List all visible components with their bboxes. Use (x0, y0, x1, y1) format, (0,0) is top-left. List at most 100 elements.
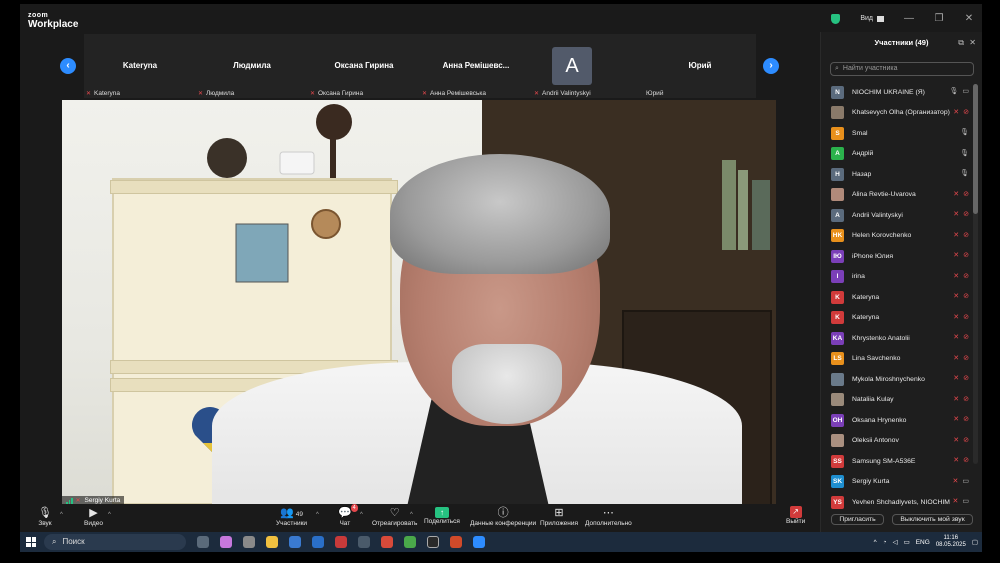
participant-row[interactable]: A Андрій 🎙 (821, 144, 971, 165)
participant-row[interactable]: KA Khrystenko Anatolii ✕ ⊘ (821, 328, 971, 349)
camera-app-icon[interactable] (358, 536, 370, 548)
video-off-icon: ⊘ (963, 375, 969, 382)
participant-row[interactable]: Nataliia Kulay ✕ ⊘ (821, 390, 971, 411)
audio-options-caret[interactable]: ^ (60, 512, 63, 518)
language-indicator[interactable]: ENG (916, 539, 930, 546)
security-shield-icon[interactable] (831, 13, 841, 24)
share-button[interactable]: ↑ Поделиться (424, 506, 460, 525)
task-view-icon[interactable] (197, 536, 209, 548)
participant-row[interactable]: S Smal 🎙 (821, 123, 971, 144)
participant-row[interactable]: N NIOCHIM UKRAINE (Я) 🎙 ▭ (821, 82, 971, 103)
powerpoint-icon[interactable] (450, 536, 462, 548)
participant-row[interactable]: K Kateryna ✕ ⊘ (821, 287, 971, 308)
participant-avatar (831, 434, 844, 448)
apps-button[interactable]: ⊞ Приложения (540, 506, 578, 527)
participant-search-input[interactable]: ⌕ Найти участника (830, 62, 974, 76)
opera-icon[interactable] (381, 536, 393, 548)
zoom-taskbar-icon[interactable] (473, 536, 485, 548)
participant-row[interactable]: H Назар 🎙 (821, 164, 971, 185)
store-icon[interactable] (289, 536, 301, 548)
participant-status: 🎙 ▭ (949, 88, 969, 96)
mic-muted-icon: ✕ (953, 375, 960, 382)
view-button[interactable]: Вид (860, 15, 884, 22)
participants-button[interactable]: 👥 49 Участники (276, 506, 307, 527)
chat-options-caret[interactable]: ^ (360, 512, 363, 518)
maximize-button[interactable]: ❐ (934, 13, 944, 24)
wifi-icon[interactable]: ◔ (883, 539, 887, 546)
invite-button[interactable]: Пригласить (831, 514, 884, 525)
widgets-icon[interactable] (243, 536, 255, 548)
battery-icon[interactable]: ▭ (904, 538, 910, 546)
participant-row[interactable]: YS Yevhen Shchadlyvets, NIOCHIM ✕ ▭ (821, 492, 971, 513)
video-person-beard (452, 344, 562, 424)
video-tile[interactable]: A ✕ Andrii Valintyskyi (532, 34, 644, 98)
video-tile[interactable]: Оксана Гирина ✕ Оксана Гирина (308, 34, 420, 98)
participant-row[interactable]: HK Helen Korovchenko ✕ ⊘ (821, 226, 971, 247)
participant-row[interactable]: SK Sergiy Kurta ✕ ▭ (821, 472, 971, 493)
mic-muted-icon: ✕ (953, 272, 960, 280)
video-tile[interactable]: Юрий Юрий (644, 34, 756, 98)
news-app-icon[interactable] (335, 536, 347, 548)
meeting-info-button[interactable]: ⓘ Данные конференции (470, 506, 536, 527)
next-page-button[interactable]: › (763, 58, 779, 74)
close-button[interactable]: ✕ (964, 13, 974, 24)
participant-scrollbar[interactable] (973, 84, 978, 464)
chrome-icon[interactable] (404, 536, 416, 548)
participant-row[interactable]: Mykola Miroshnychenko ✕ ⊘ (821, 369, 971, 390)
windows-start-icon[interactable] (26, 537, 36, 547)
media-player-icon[interactable] (427, 536, 439, 548)
more-button[interactable]: ⋯ Дополнительно (585, 506, 632, 527)
participant-status: ✕ ⊘ (953, 211, 969, 219)
participants-label: Участники (276, 520, 308, 527)
copilot-icon[interactable] (220, 536, 232, 548)
mic-muted-icon: ✕ (953, 108, 960, 116)
video-on-icon: ▭ (962, 88, 969, 95)
video-tile[interactable]: Людмила ✕ Людмила (196, 34, 308, 98)
participant-row[interactable]: Alina Revtie-Uvarova ✕ ⊘ (821, 185, 971, 206)
mic-on-icon: 🎙 (960, 129, 969, 136)
participant-avatar: HK (831, 229, 844, 243)
participant-row[interactable]: IЮ iPhone Юлия ✕ ⊘ (821, 246, 971, 267)
mic-muted-icon: ✕ (953, 354, 960, 362)
mic-muted-icon: ✕ (953, 457, 960, 464)
video-tile[interactable]: Kateryna ✕ Kateryna (84, 34, 196, 98)
taskbar-search[interactable]: ⌕ Поиск (44, 534, 186, 550)
tray-overflow-icon[interactable]: ^ (874, 539, 877, 546)
participant-name: Mykola Miroshnychenko (852, 375, 925, 383)
file-explorer-icon[interactable] (266, 536, 278, 548)
active-speaker-video[interactable]: ✕ Sergiy Kurta (62, 100, 776, 505)
unmute-me-button[interactable]: Выключить мой звук (892, 514, 973, 525)
participant-row[interactable]: K Kateryna ✕ ⊘ (821, 308, 971, 329)
minimize-button[interactable]: — (904, 13, 914, 24)
participant-status: ✕ ⊘ (953, 334, 969, 342)
participant-name: irina (852, 273, 865, 281)
apps-icon: ⊞ (554, 507, 564, 519)
participant-row[interactable]: Oleksii Antonov ✕ ⊘ (821, 431, 971, 452)
more-label: Дополнительно (585, 520, 632, 527)
chat-button[interactable]: 💬 4 Чат (338, 504, 358, 527)
participant-row[interactable]: Khatsevych Olha (Организатор) ✕ ⊘ (821, 103, 971, 124)
video-options-caret[interactable]: ^ (108, 512, 111, 518)
participant-status: ✕ ⊘ (953, 109, 969, 117)
prev-page-button[interactable]: ‹ (60, 58, 76, 74)
participant-row[interactable]: LS Lina Savchenko ✕ ⊘ (821, 349, 971, 370)
video-tile[interactable]: Анна Ремішевс... ✕ Анна Ремішевська (420, 34, 532, 98)
video-button[interactable]: ▶ Видео (84, 506, 103, 527)
participants-options-caret[interactable]: ^ (316, 512, 319, 518)
leave-button[interactable]: ↗ Выйти (786, 506, 805, 525)
participant-row[interactable]: A Andrii Valintyskyi ✕ ⊘ (821, 205, 971, 226)
participant-row[interactable]: OH Oksana Hrynenko ✕ ⊘ (821, 410, 971, 431)
notification-icon[interactable]: ▢ (972, 538, 978, 546)
outlook-icon[interactable] (312, 536, 324, 548)
participant-status: ✕ ⊘ (953, 355, 969, 363)
participant-row[interactable]: Iirina ✕ ⊘ (821, 267, 971, 288)
volume-icon[interactable]: ◁ (893, 538, 898, 546)
clock[interactable]: 11:16 08.05.2025 (936, 535, 966, 549)
participant-row[interactable]: SS Samsung SM-A536E ✕ ⊘ (821, 451, 971, 472)
popout-icon[interactable]: ⧉ (958, 32, 964, 54)
close-panel-icon[interactable]: ✕ (969, 32, 976, 54)
tile-name: Анна Ремішевс... (442, 61, 510, 70)
participant-name: Smal (852, 129, 868, 137)
react-options-caret[interactable]: ^ (410, 512, 413, 518)
audio-button[interactable]: 🎙 Звук (38, 506, 52, 527)
